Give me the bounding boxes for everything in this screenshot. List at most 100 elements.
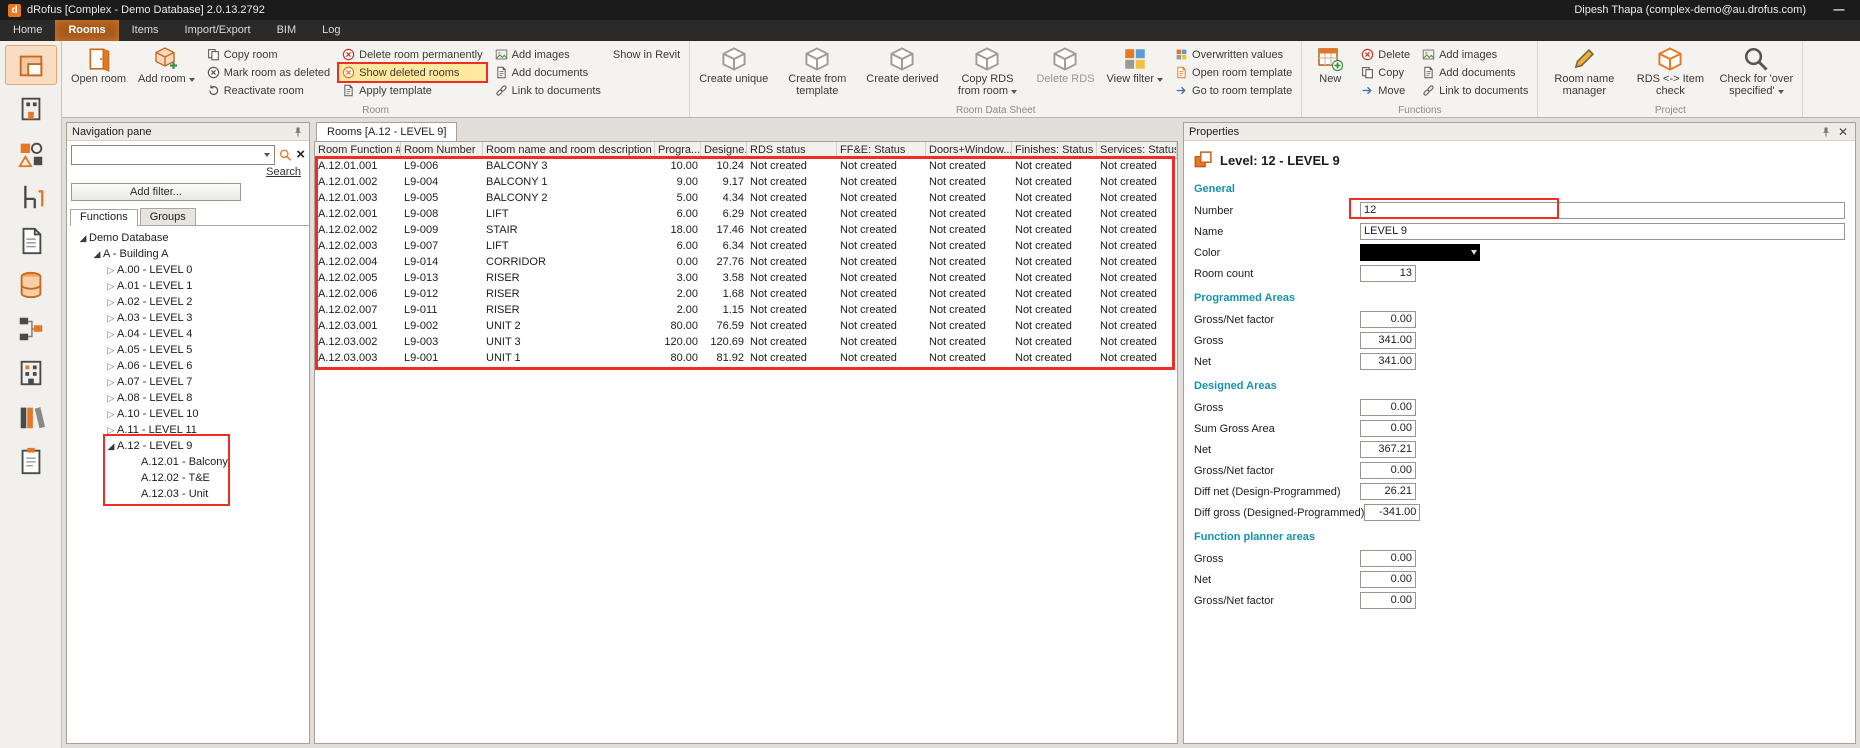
copy-rds-from-room-button[interactable]: Copy RDS from room [947,44,1027,99]
property-input[interactable]: 0.00 [1360,399,1416,416]
clear-search-icon[interactable]: × [296,147,305,163]
table-row[interactable]: A.12.02.003 L9-007 LIFT 6.00 6.34 Not cr… [315,239,1177,255]
table-row[interactable]: A.12.03.001 L9-002 UNIT 2 80.00 76.59 No… [315,319,1177,335]
tree-expand-icon[interactable] [105,361,117,372]
tree-expand-icon[interactable] [105,265,117,276]
tree-item[interactable]: A.02 - LEVEL 2 [67,294,309,310]
property-input[interactable]: 0.00 [1360,571,1416,588]
property-input[interactable]: 341.00 [1360,332,1416,349]
tree-expand-icon[interactable] [105,393,117,404]
copy-room-button[interactable]: Copy room [204,46,333,63]
table-row[interactable]: A.12.03.003 L9-001 UNIT 1 80.00 81.92 No… [315,351,1177,367]
add-documents-button[interactable]: Add documents [492,64,604,81]
function-link-to-documents-button[interactable]: Link to documents [1419,82,1531,99]
tree-item[interactable]: A.12 - LEVEL 9 [67,438,309,454]
property-input[interactable]: 0.00 [1360,311,1416,328]
pin-icon[interactable] [292,126,304,138]
tree-item[interactable]: A.10 - LEVEL 10 [67,406,309,422]
module-building[interactable] [6,90,56,128]
function-add-documents-button[interactable]: Add documents [1419,64,1531,81]
table-row[interactable]: A.12.02.002 L9-009 STAIR 18.00 17.46 Not… [315,223,1177,239]
delete-function-button[interactable]: Delete [1358,46,1413,63]
new-function-button[interactable]: New [1308,44,1352,87]
tree-item[interactable]: A.12.03 - Unit [67,486,309,502]
tree-expand-icon[interactable] [105,409,117,420]
tree-expand-icon[interactable] [105,281,117,292]
create-derived-button[interactable]: Create derived [863,44,941,87]
column-header[interactable]: RDS status [747,142,837,159]
tree-expand-icon[interactable] [105,329,117,340]
tree-expand-icon[interactable] [105,345,117,356]
overwritten-values-button[interactable]: Overwritten values [1172,46,1295,63]
tree-item[interactable]: A.12.01 - Balcony [67,454,309,470]
tree-item[interactable]: A.08 - LEVEL 8 [67,390,309,406]
chevron-down-icon[interactable] [264,153,270,157]
add-images-button[interactable]: Add images [492,46,604,63]
table-row[interactable]: A.12.02.004 L9-014 CORRIDOR 0.00 27.76 N… [315,255,1177,271]
show-in-revit-button[interactable]: Show in Revit [610,46,683,63]
tree-item[interactable]: A.12.02 - T&E [67,470,309,486]
create-unique-button[interactable]: Create unique [696,44,771,87]
property-input[interactable] [1360,244,1480,261]
table-row[interactable]: A.12.01.002 L9-004 BALCONY 1 9.00 9.17 N… [315,175,1177,191]
table-row[interactable]: A.12.01.001 L9-006 BALCONY 3 10.00 10.24… [315,159,1177,175]
tree-item[interactable]: A.01 - LEVEL 1 [67,278,309,294]
check-over-specified-button[interactable]: Check for 'over specified' [1716,44,1796,99]
table-row[interactable]: A.12.03.002 L9-003 UNIT 3 120.00 120.69 … [315,335,1177,351]
property-input[interactable]: 0.00 [1360,592,1416,609]
ribbon-tab[interactable]: BIM [264,20,310,41]
table-row[interactable]: A.12.02.001 L9-008 LIFT 6.00 6.29 Not cr… [315,207,1177,223]
search-icon[interactable] [279,147,292,163]
property-input[interactable]: -341.00 [1364,504,1420,521]
show-deleted-rooms-button[interactable]: Show deleted rooms [339,64,486,81]
column-header[interactable]: Progra... [655,142,701,159]
tree-expand-icon[interactable] [105,297,117,308]
rds-item-check-button[interactable]: RDS <-> Item check [1630,44,1710,99]
property-input[interactable]: 26.21 [1360,483,1416,500]
tree-item[interactable]: A.04 - LEVEL 4 [67,326,309,342]
property-input[interactable]: 341.00 [1360,353,1416,370]
property-input[interactable]: 12 [1360,202,1845,219]
tree-item[interactable]: A.07 - LEVEL 7 [67,374,309,390]
module-log[interactable] [6,442,56,480]
property-input[interactable]: 367.21 [1360,441,1416,458]
property-input[interactable]: 0.00 [1360,462,1416,479]
module-documents[interactable] [6,222,56,260]
search-input[interactable] [76,149,257,161]
tree-item[interactable]: A - Building A [67,246,309,262]
ribbon-tab[interactable]: Import/Export [172,20,264,41]
column-header[interactable]: Designe... [701,142,747,159]
tree-expand-icon[interactable] [105,313,117,324]
module-levels[interactable] [6,354,56,392]
tree-item[interactable]: A.05 - LEVEL 5 [67,342,309,358]
link-to-documents-button[interactable]: Link to documents [492,82,604,99]
ribbon-tab[interactable]: Home [0,20,55,41]
open-room-button[interactable]: Open room [68,44,129,87]
table-row[interactable]: A.12.01.003 L9-005 BALCONY 2 5.00 4.34 N… [315,191,1177,207]
module-reports[interactable] [6,398,56,436]
tree-item[interactable]: Demo Database [67,230,309,246]
ribbon-tab[interactable]: Items [119,20,172,41]
reactivate-room-button[interactable]: Reactivate room [204,82,333,99]
tree-item[interactable]: A.00 - LEVEL 0 [67,262,309,278]
module-models[interactable] [6,134,56,172]
close-icon[interactable]: ✕ [1836,126,1850,138]
tree-item[interactable]: A.03 - LEVEL 3 [67,310,309,326]
tree-item[interactable]: A.11 - LEVEL 11 [67,422,309,438]
column-header[interactable]: Room Number [401,142,483,159]
tree-expand-icon[interactable] [91,249,103,260]
module-items[interactable] [6,178,56,216]
copy-function-button[interactable]: Copy [1358,64,1413,81]
column-header[interactable]: FF&E: Status [837,142,926,159]
navigation-tab[interactable]: Functions [70,209,138,226]
rooms-document-tab[interactable]: Rooms [A.12 - LEVEL 9] [316,122,457,141]
property-input[interactable]: 13 [1360,265,1416,282]
column-header[interactable]: Room Function #: [315,142,401,159]
search-link[interactable]: Search [266,166,301,178]
tree-expand-icon[interactable] [105,441,117,452]
column-header[interactable]: Room name and room description [483,142,655,159]
ribbon-tab[interactable]: Log [309,20,353,41]
add-filter-button[interactable]: Add filter... [71,183,241,201]
open-room-template-button[interactable]: Open room template [1172,64,1295,81]
move-function-button[interactable]: Move [1358,82,1413,99]
